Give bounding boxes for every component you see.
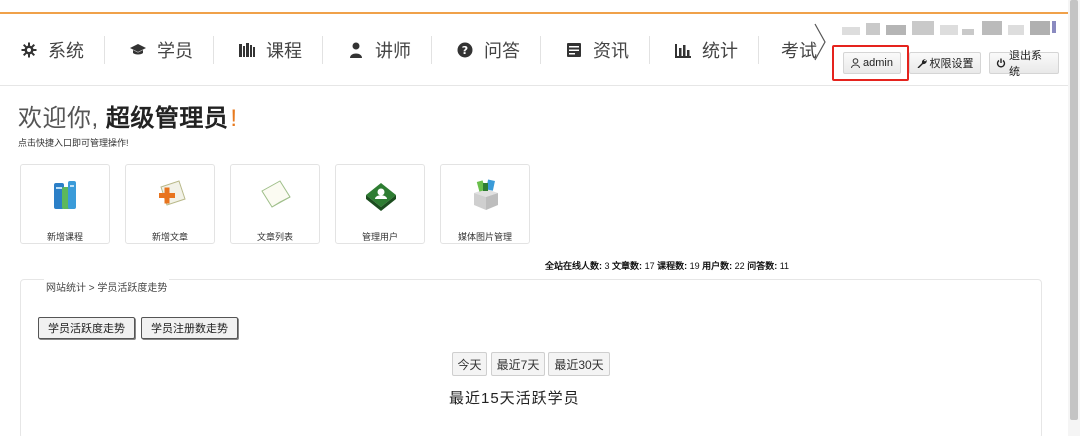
chevron-right-icon [814, 23, 826, 61]
nav-item-teachers[interactable]: 讲师 [345, 36, 432, 64]
online-count-label: 全站在线人数: [545, 261, 602, 271]
books-icon [54, 181, 76, 209]
add-document-icon [159, 180, 186, 206]
welcome-prefix: 欢迎你, [18, 105, 99, 132]
wrench-icon [917, 58, 927, 68]
nav-label: 讲师 [375, 41, 411, 61]
range-today-button[interactable]: 今天 [452, 352, 487, 376]
vertical-scrollbar[interactable] [1068, 0, 1080, 436]
range-7days-button[interactable]: 最近7天 [491, 352, 545, 376]
chart-title: 最近15天活跃学员 [449, 390, 580, 407]
qa-count-label: 问答数: [747, 261, 778, 271]
tab-student-activity[interactable]: 学员活跃度走势 [38, 317, 135, 339]
shortcut-label: 管理用户 [361, 232, 398, 242]
online-count-value: 3 [604, 261, 610, 271]
shortcut-label: 新增文章 [151, 232, 188, 242]
nav-item-exam[interactable]: 考试 [781, 36, 837, 64]
nav-item-stats[interactable]: 统计 [672, 36, 759, 64]
nav-label: 资讯 [593, 41, 629, 61]
course-count-value: 19 [689, 261, 700, 271]
shortcut-media-manager[interactable]: 媒体图片管理 [440, 164, 530, 244]
shortcut-label: 文章列表 [256, 232, 293, 242]
shortcut-add-course[interactable]: 新增课程 [20, 164, 110, 244]
scrollbar-thumb[interactable] [1070, 0, 1078, 420]
shortcut-label: 媒体图片管理 [457, 232, 512, 242]
nav-label: 统计 [702, 41, 738, 61]
user-count-label: 用户数: [702, 261, 733, 271]
nav-label: 课程 [266, 41, 302, 61]
shortcut-add-article[interactable]: 新增文章 [125, 164, 215, 244]
nav-item-students[interactable]: 学员 [127, 36, 214, 64]
main-nav: 系统 学员 课程 讲师 ? 问答 资讯 统计 考试 [18, 36, 859, 64]
shortcut-label: 新增课程 [46, 232, 83, 242]
welcome-exclaim: ! [230, 105, 238, 132]
permission-settings-button[interactable]: 权限设置 [909, 52, 981, 74]
document-list-icon [261, 180, 291, 208]
article-count-label: 文章数: [612, 261, 643, 271]
nav-item-system[interactable]: 系统 [18, 36, 105, 64]
library-icon [236, 41, 258, 59]
nav-item-news[interactable]: 资讯 [563, 36, 650, 64]
tab-student-registrations[interactable]: 学员注册数走势 [141, 317, 238, 339]
newspaper-icon [563, 41, 585, 59]
user-count-value: 22 [734, 261, 745, 271]
user-icon [345, 41, 367, 59]
question-circle-icon: ? [454, 41, 476, 59]
range-30days-button[interactable]: 最近30天 [548, 352, 610, 376]
gear-icon [18, 41, 40, 59]
nav-item-courses[interactable]: 课程 [236, 36, 323, 64]
site-stats: 全站在线人数: 3 文章数: 17 课程数: 19 用户数: 22 问答数: 1… [545, 259, 789, 272]
highlight-box [832, 45, 909, 81]
power-icon [996, 58, 1006, 68]
breadcrumb: 网站统计 > 学员活跃度走势 [44, 279, 170, 294]
bar-chart-icon [672, 41, 694, 59]
shortcut-manage-users[interactable]: 管理用户 [335, 164, 425, 244]
graduation-cap-icon [127, 41, 149, 59]
nav-label: 系统 [48, 41, 84, 61]
media-box-icon [474, 179, 498, 210]
nav-label: 学员 [157, 41, 193, 61]
shortcut-article-list[interactable]: 文章列表 [230, 164, 320, 244]
welcome-subtitle: 点击快捷入口即可管理操作! [18, 138, 129, 148]
course-count-label: 课程数: [657, 261, 688, 271]
welcome-role: 超级管理员 [105, 105, 229, 132]
user-book-icon [366, 183, 396, 211]
welcome-heading: 欢迎你, 超级管理员! [18, 98, 238, 133]
permission-label: 权限设置 [929, 58, 974, 70]
article-count-value: 17 [644, 261, 655, 271]
pixelated-user-info [842, 19, 1058, 37]
nav-label: 问答 [484, 41, 520, 61]
logout-button[interactable]: 退出系统 [989, 50, 1059, 78]
nav-item-qa[interactable]: ? 问答 [454, 36, 541, 64]
qa-count-value: 11 [779, 261, 790, 271]
svg-text:?: ? [462, 44, 468, 57]
logout-label: 退出系统 [1009, 50, 1042, 78]
